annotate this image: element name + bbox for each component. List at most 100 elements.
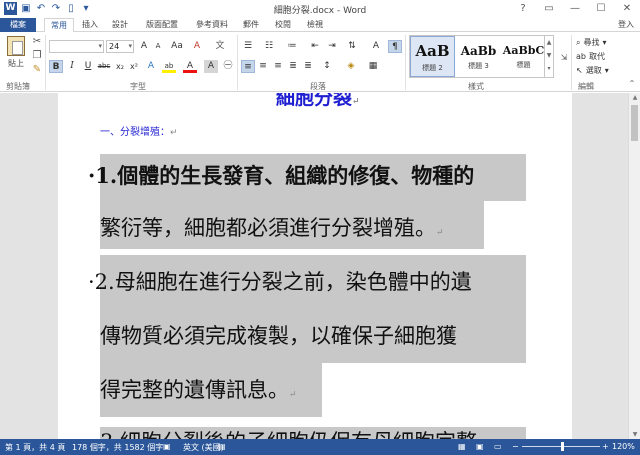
proofing-icon[interactable]: ▣ — [163, 442, 171, 451]
print-layout-icon[interactable]: ▣ — [476, 442, 484, 451]
macro-icon[interactable]: ▤ — [218, 442, 226, 451]
style-name: 標題 — [516, 61, 531, 69]
highlight-button[interactable]: ab — [162, 60, 176, 73]
show-marks-icon[interactable]: ¶ — [388, 40, 402, 53]
numbering-icon[interactable]: ☷ — [262, 40, 276, 53]
separator — [571, 35, 572, 90]
bold-button[interactable]: B — [49, 60, 63, 73]
paragraph-mark-icon: ↵ — [170, 128, 178, 138]
paste-button[interactable]: 貼上 — [4, 36, 28, 69]
format-painter-icon[interactable]: ✎ — [31, 64, 43, 76]
vertical-scrollbar[interactable]: ▲ ▼ — [628, 93, 640, 439]
web-layout-icon[interactable]: ▭ — [494, 442, 502, 451]
ribbon-tabs: 檔案 常用 插入 設計 版面配置 參考資料 郵件 校閱 檢視 登入 — [0, 18, 640, 33]
zoom-slider-thumb[interactable] — [561, 442, 564, 451]
italic-button[interactable]: I — [65, 60, 79, 73]
decrease-indent-icon[interactable]: ⇤ — [308, 40, 322, 53]
strikethrough-button[interactable]: abc — [96, 60, 112, 73]
collapse-ribbon-icon[interactable]: ⌃ — [626, 78, 638, 90]
style-heading-2[interactable]: AaB 標題 2 — [410, 36, 455, 77]
scroll-down-icon[interactable]: ▼ — [545, 49, 553, 62]
select-arrow-icon: ↖ — [576, 66, 583, 75]
grow-font-button[interactable]: A — [137, 40, 151, 53]
font-size-combo[interactable]: 24 ▾ — [106, 40, 134, 53]
multilevel-list-icon[interactable]: ≔ — [285, 40, 299, 53]
zoom-in-button[interactable]: + — [602, 442, 609, 451]
select-button[interactable]: ↖ 選取 ▾ — [576, 65, 609, 76]
editing-group-label: 編輯 — [578, 82, 594, 91]
tab-insert[interactable]: 插入 — [78, 18, 102, 32]
align-center-icon[interactable]: ≡ — [256, 60, 270, 73]
borders-icon[interactable]: ▦ — [366, 60, 380, 73]
document-subheading: 一、分裂增殖：↵ — [100, 123, 178, 138]
document-page[interactable]: 細胞分裂↵ 一、分裂增殖：↵ ·1.個體的生長發育、組織的修復、物種的 繁衍等，… — [58, 93, 572, 439]
document-line: 傳物質必須完成複製，以確保子細胞獲 — [100, 324, 457, 348]
minimize-button[interactable]: — — [562, 0, 588, 17]
style-title[interactable]: AaBbC 標題 — [502, 36, 545, 77]
style-preview: AaBbC — [502, 44, 545, 57]
sign-in-link[interactable]: 登入 — [618, 19, 634, 30]
style-preview: AaB — [415, 42, 450, 60]
font-color-button[interactable]: A — [183, 60, 197, 73]
copy-icon[interactable]: ❐ — [31, 50, 43, 62]
document-line: ·1.個體的生長發育、組織的修復、物種的 — [88, 163, 475, 188]
bullets-icon[interactable]: ☰ — [241, 40, 255, 53]
scroll-thumb[interactable] — [631, 105, 638, 141]
maximize-button[interactable]: ☐ — [588, 0, 614, 17]
asian-layout-icon[interactable]: A — [369, 40, 383, 53]
replace-button[interactable]: ab 取代 — [576, 51, 605, 62]
paragraph-mark-icon: ↵ — [289, 390, 297, 400]
styles-pane-icon[interactable]: ⇲ — [558, 52, 570, 64]
style-preview: AaBb — [460, 44, 497, 58]
scroll-up-icon[interactable]: ▲ — [545, 36, 553, 49]
scroll-down-icon[interactable]: ▼ — [629, 431, 640, 438]
gallery-scroll[interactable]: ▲ ▼ ▾ — [544, 36, 553, 77]
document-line: 3.細胞分裂後的子細胞仍保有母細胞完整 — [100, 429, 477, 439]
find-label: 尋找 — [583, 38, 600, 47]
phonetic-guide-icon[interactable]: 文 — [213, 40, 227, 53]
distributed-icon[interactable]: ≣ — [301, 60, 315, 73]
gallery-more-icon[interactable]: ▾ — [545, 62, 553, 75]
tab-mailings[interactable]: 郵件 — [240, 18, 262, 32]
tab-file[interactable]: 檔案 — [0, 18, 36, 32]
enclose-characters-icon[interactable]: ㊀ — [221, 60, 235, 73]
tab-view[interactable]: 檢視 — [304, 18, 326, 32]
shrink-font-button[interactable]: A — [151, 40, 165, 53]
ribbon-display-button[interactable]: ▭ — [536, 0, 562, 17]
find-button[interactable]: ⌕ 尋找 ▾ — [576, 37, 607, 48]
align-left-icon[interactable]: ≡ — [241, 60, 255, 73]
justify-icon[interactable]: ≣ — [286, 60, 300, 73]
zoom-out-button[interactable]: − — [512, 442, 519, 451]
page-count[interactable]: 第 1 頁，共 4 頁 — [5, 442, 65, 453]
read-mode-icon[interactable]: ▦ — [458, 442, 466, 451]
character-shading-button[interactable]: A — [204, 60, 218, 73]
superscript-button[interactable]: x² — [127, 60, 141, 73]
tab-review[interactable]: 校閱 — [272, 18, 294, 32]
scroll-up-icon[interactable]: ▲ — [629, 94, 640, 101]
increase-indent-icon[interactable]: ⇥ — [325, 40, 339, 53]
change-case-button[interactable]: Aa — [168, 40, 186, 53]
subscript-button[interactable]: x₂ — [113, 60, 127, 73]
tab-design[interactable]: 設計 — [108, 18, 132, 32]
chevron-down-icon: ▾ — [604, 66, 609, 75]
zoom-level[interactable]: 120% — [612, 442, 635, 451]
sort-icon[interactable]: ⇅ — [345, 40, 359, 53]
help-button[interactable]: ? — [510, 0, 536, 17]
subheading-text: 一、分裂增殖： — [100, 127, 170, 138]
heading-text: 細胞分裂 — [276, 93, 353, 109]
chevron-down-icon: ▾ — [98, 42, 102, 50]
close-button[interactable]: ✕ — [614, 0, 640, 17]
shading-icon[interactable]: ◈ — [344, 60, 358, 73]
cut-icon[interactable]: ✂ — [31, 36, 43, 48]
tab-layout[interactable]: 版面配置 — [142, 18, 182, 32]
tab-home[interactable]: 常用 — [44, 18, 74, 33]
clear-formatting-button[interactable]: A — [190, 40, 204, 53]
word-count[interactable]: 178 個字，共 1582 個字 — [72, 442, 163, 453]
text-effects-button[interactable]: A — [144, 60, 158, 73]
underline-button[interactable]: U — [81, 60, 95, 73]
style-heading-3[interactable]: AaBb 標題 3 — [456, 36, 501, 77]
tab-references[interactable]: 參考資料 — [192, 18, 232, 32]
align-right-icon[interactable]: ≡ — [271, 60, 285, 73]
font-name-combo[interactable]: ▾ — [49, 40, 104, 53]
line-spacing-icon[interactable]: ↕ — [320, 60, 334, 73]
